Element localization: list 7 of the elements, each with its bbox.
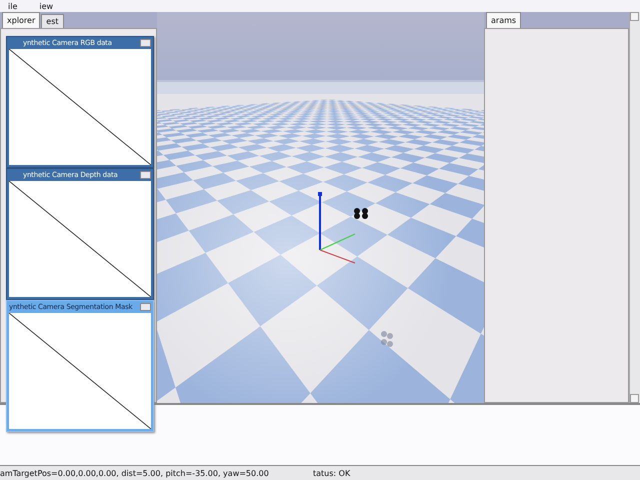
tab[interactable]: est (41, 14, 64, 28)
tab[interactable]: arams (486, 12, 522, 28)
menu-item[interactable]: ile (8, 2, 18, 10)
status-text: tatus: OK (313, 468, 350, 478)
menu-item[interactable]: iew (39, 2, 54, 10)
tab[interactable]: xplorer (2, 12, 40, 28)
camera-info-text: amTargetPos=0.00,0.00,0.00, dist=5.00, pitch=-35.00, yaw=50.00 (0, 468, 270, 478)
